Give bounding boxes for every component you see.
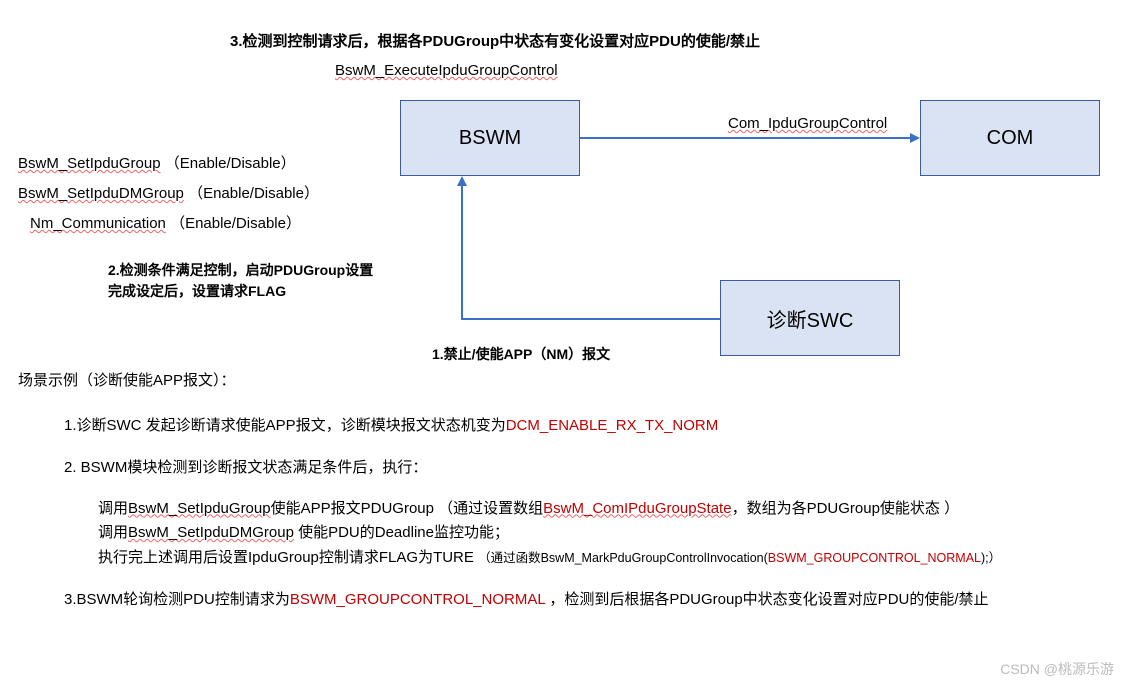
scenario-item-2a: 调用BswM_SetIpduGroup使能APP报文PDUGroup （通过设置…: [98, 498, 1106, 521]
fn2: BswM_SetIpduDMGroup （Enable/Disable）: [18, 182, 319, 203]
arrow-swc-bswm-h: [461, 318, 720, 320]
scenario-item-2: 2. BSWM模块检测到诊断报文状态满足条件后，执行： 调用BswM_SetIp…: [64, 457, 1106, 569]
scenario-item-2b: 调用BswM_SetIpduDMGroup 使能PDU的Deadline监控功能…: [98, 522, 1106, 545]
scenario-item-1: 1.诊断SWC 发起诊断请求使能APP报文，诊断模块报文状态机变为DCM_ENA…: [64, 415, 1106, 438]
diagram-area: 3.检测到控制请求后，根据各PDUGroup中状态有变化设置对应PDU的使能/禁…: [0, 0, 1124, 370]
step3-label: 3.检测到控制请求后，根据各PDUGroup中状态有变化设置对应PDU的使能/禁…: [230, 30, 760, 51]
arrow-swc-bswm-head: [457, 176, 467, 186]
step2-line1: 2.检测条件满足控制，启动PDUGroup设置: [108, 260, 373, 280]
scenario-item-2c: 执行完上述调用后设置IpduGroup控制请求FLAG为TURE （通过函数Bs…: [98, 547, 1106, 570]
arrow-bswm-com: [580, 137, 910, 139]
node-com: COM: [920, 100, 1100, 176]
step3-fn: BswM_ExecuteIpduGroupControl: [335, 62, 558, 79]
fn3: Nm_Communication （Enable/Disable）: [30, 212, 301, 233]
arrow-bswm-com-head: [910, 133, 920, 143]
arrow-swc-bswm-v: [461, 186, 463, 319]
node-swc: 诊断SWC: [720, 280, 900, 356]
scenario-text: 场景示例（诊断使能APP报文）： 1.诊断SWC 发起诊断请求使能APP报文，诊…: [0, 370, 1124, 612]
fn1: BswM_SetIpduGroup （Enable/Disable）: [18, 152, 296, 173]
watermark: CSDN @桃源乐游: [1000, 659, 1114, 679]
scenario-title: 场景示例（诊断使能APP报文）：: [18, 370, 1106, 393]
scenario-item-3: 3.BSWM轮询检测PDU控制请求为BSWM_GROUPCONTROL_NORM…: [64, 589, 1106, 612]
step2-line2: 完成设定后，设置请求FLAG: [108, 281, 286, 301]
step1-label: 1.禁止/使能APP（NM）报文: [432, 344, 610, 364]
arrow-fn-label: Com_IpduGroupControl: [728, 115, 887, 132]
node-bswm: BSWM: [400, 100, 580, 176]
